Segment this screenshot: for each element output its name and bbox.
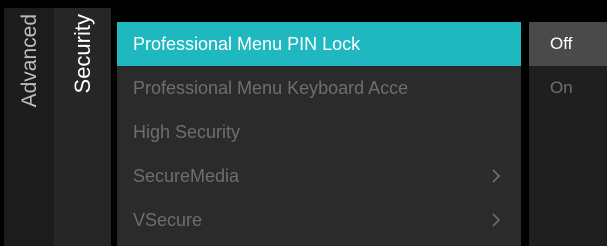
menu-item-securemedia[interactable]: SecureMedia bbox=[117, 154, 521, 198]
option-on[interactable]: On bbox=[529, 66, 607, 110]
option-label: Off bbox=[550, 34, 573, 53]
menu-item-vsecure[interactable]: VSecure bbox=[117, 198, 521, 242]
chevron-right-icon bbox=[492, 213, 501, 227]
menu-item-label: Professional Menu PIN Lock bbox=[133, 33, 361, 54]
breadcrumb-advanced[interactable]: Advanced bbox=[4, 8, 54, 246]
security-menu: Professional Menu PIN Lock Professional … bbox=[117, 22, 521, 246]
option-off[interactable]: Off bbox=[529, 22, 607, 66]
menu-item-label: SecureMedia bbox=[133, 165, 240, 186]
menu-item-professional-menu-keyboard-access[interactable]: Professional Menu Keyboard Acce bbox=[117, 66, 521, 110]
option-label: On bbox=[550, 78, 573, 97]
breadcrumb-advanced-label: Advanced bbox=[18, 14, 41, 108]
menu-item-label: VSecure bbox=[133, 209, 203, 230]
menu-item-label: Professional Menu Keyboard Acce bbox=[133, 77, 409, 98]
breadcrumb-security[interactable]: Security bbox=[54, 8, 111, 246]
menu-item-label: High Security bbox=[133, 121, 241, 142]
breadcrumb-security-label: Security bbox=[70, 14, 95, 94]
menu-item-high-security[interactable]: High Security bbox=[117, 110, 521, 154]
menu-item-professional-menu-pin-lock[interactable]: Professional Menu PIN Lock bbox=[117, 22, 521, 66]
value-options-panel: Off On bbox=[529, 22, 607, 246]
tv-settings-screen: Advanced Security Professional Menu PIN … bbox=[0, 0, 607, 246]
chevron-right-icon bbox=[492, 169, 501, 183]
